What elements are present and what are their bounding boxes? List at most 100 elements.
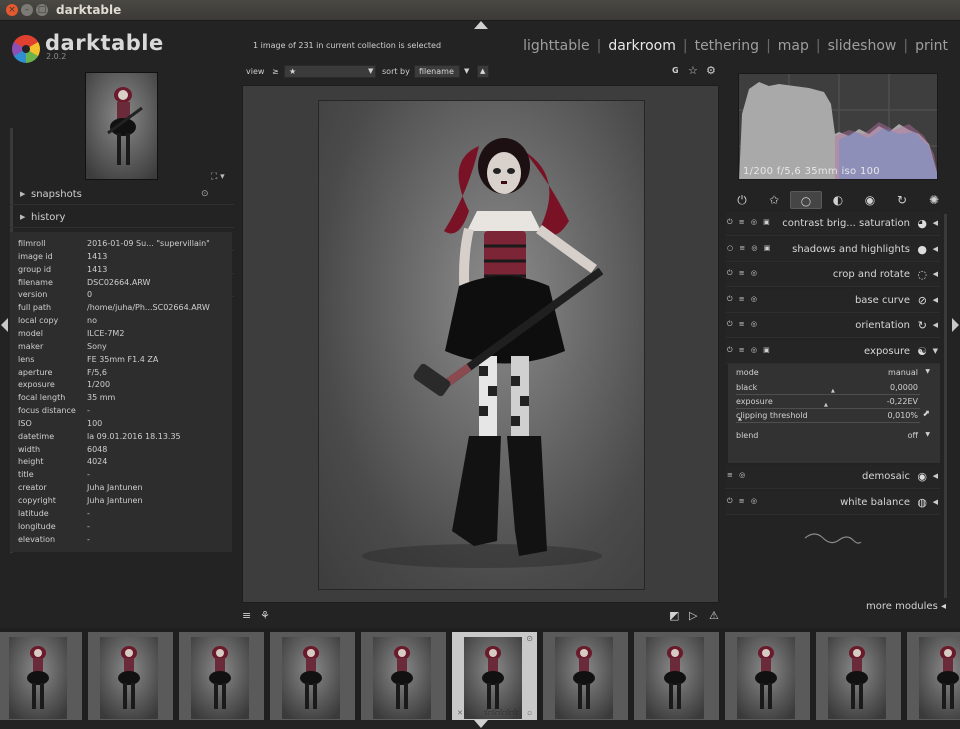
module-white-balance[interactable]: ⏻ ≡ ◎ white balance ◍ ◀ bbox=[726, 491, 940, 515]
info-value: 1413 bbox=[87, 264, 108, 274]
module-crop-and-rotate[interactable]: ⏻ ≡ ◎ crop and rotate ◌ ◀ bbox=[726, 263, 940, 288]
main-image[interactable] bbox=[318, 100, 645, 590]
info-key: aperture bbox=[18, 367, 53, 377]
collapsed-arrow-icon[interactable]: ◀ bbox=[933, 296, 938, 304]
module-controls-icon[interactable]: ⏻ ≡ ◎ ▣ bbox=[727, 218, 772, 227]
reject-icon[interactable]: ✕ bbox=[457, 709, 463, 717]
collapsed-arrow-icon[interactable]: ◀ bbox=[933, 270, 938, 278]
center-toolbar: view ≥ ★ ▼ sort by filename ▼ ▲ G ☆ ⚙ bbox=[246, 64, 718, 80]
section-snapshots[interactable]: ▶ snapshots ⊙ bbox=[10, 185, 234, 205]
right-panel-scrollbar[interactable] bbox=[944, 214, 947, 598]
collapse-left-panel-arrow-icon[interactable] bbox=[1, 318, 8, 332]
overlays-star-icon[interactable]: ☆ bbox=[688, 64, 698, 77]
rating-comparator[interactable]: ≥ bbox=[272, 67, 279, 76]
collapsed-arrow-icon[interactable]: ◀ bbox=[933, 472, 938, 480]
collapse-right-panel-arrow-icon[interactable] bbox=[952, 318, 959, 332]
module-controls-icon[interactable]: ⏻ ≡ ◎ bbox=[727, 320, 759, 329]
grouping-button[interactable]: G bbox=[672, 66, 679, 75]
module-exposure[interactable]: ⏻ ≡ ◎ ▣ exposure ☯ ▼ bbox=[726, 340, 940, 364]
circle-icon[interactable]: ○ bbox=[790, 191, 822, 209]
collapse-top-panel-arrow-icon[interactable] bbox=[474, 21, 488, 29]
filmstrip-thumbnail[interactable] bbox=[543, 632, 628, 720]
exposure-slider[interactable]: exposure -0,22EV ▲ bbox=[736, 396, 932, 409]
center-view[interactable] bbox=[242, 85, 719, 603]
sort-dropdown-arrow-icon[interactable]: ▼ bbox=[464, 67, 469, 75]
info-key: creator bbox=[18, 483, 47, 493]
module-controls-icon[interactable]: ⏻ ≡ ◎ bbox=[727, 269, 759, 278]
module-contrast-brig-saturation[interactable]: ⏻ ≡ ◎ ▣ contrast brig... saturation ◕ ◀ bbox=[726, 212, 940, 236]
module-base-curve[interactable]: ⏻ ≡ ◎ base curve ⊘ ◀ bbox=[726, 288, 940, 313]
module-orientation[interactable]: ⏻ ≡ ◎ orientation ↻ ◀ bbox=[726, 314, 940, 339]
zoom-fit-icon[interactable]: ⛶ ▾ bbox=[211, 172, 225, 182]
sort-label: sort by bbox=[382, 67, 410, 76]
filmstrip-thumbnail[interactable] bbox=[725, 632, 810, 720]
histogram[interactable]: 1/200 f/5,6 35mm iso 100 bbox=[738, 73, 938, 180]
collapsed-arrow-icon[interactable]: ◀ bbox=[933, 321, 938, 329]
exposure-label: exposure bbox=[736, 397, 773, 406]
info-value: 2016-01-09 Su... "supervillain" bbox=[87, 239, 210, 248]
view-print[interactable]: print bbox=[915, 38, 948, 54]
view-map[interactable]: map bbox=[778, 38, 809, 54]
filmstrip-thumbnail[interactable] bbox=[816, 632, 901, 720]
module-controls-icon[interactable]: ○ ≡ ◎ ▣ bbox=[727, 244, 772, 252]
presets-icon[interactable]: ⊙ bbox=[201, 189, 209, 199]
color-icon[interactable]: ◉ bbox=[854, 191, 886, 209]
module-controls-icon[interactable]: ⏻ ≡ ◎ ▣ bbox=[727, 346, 772, 355]
tone-icon[interactable]: ◐ bbox=[822, 191, 854, 209]
color-picker-icon[interactable]: ⬈ bbox=[922, 409, 930, 419]
blend-select[interactable]: blend off ▼ bbox=[736, 430, 932, 443]
more-modules-button[interactable]: more modules ◂ bbox=[866, 601, 946, 612]
module-controls-icon[interactable]: ≡ ◎ bbox=[727, 471, 747, 479]
module-shadows-and-highlights[interactable]: ○ ≡ ◎ ▣ shadows and highlights ● ◀ bbox=[726, 237, 940, 262]
view-slideshow[interactable]: slideshow bbox=[828, 38, 897, 54]
preferences-gear-icon[interactable]: ⚙ bbox=[706, 64, 716, 77]
filmstrip-thumbnail[interactable] bbox=[361, 632, 446, 720]
filmstrip-thumbnail[interactable] bbox=[179, 632, 264, 720]
menu-icon[interactable]: ≡ bbox=[242, 609, 251, 622]
filmstrip-thumbnail[interactable] bbox=[88, 632, 173, 720]
module-demosaic[interactable]: ≡ ◎ demosaic ◉ ◀ bbox=[726, 465, 940, 489]
star-icon[interactable]: ✩ bbox=[758, 191, 790, 209]
sort-order-button[interactable]: ▲ bbox=[477, 65, 489, 78]
filmstrip-thumbnail[interactable] bbox=[0, 632, 82, 720]
info-value: DSC02664.ARW bbox=[87, 277, 151, 287]
exposure-module-body: mode manual ▼ black 0,0000 ▲ exposure -0… bbox=[728, 364, 940, 463]
collapse-bottom-panel-arrow-icon[interactable] bbox=[474, 720, 488, 728]
navigation-thumbnail[interactable] bbox=[85, 72, 158, 180]
softproof-icon[interactable]: ▷ bbox=[689, 609, 697, 622]
module-controls-icon[interactable]: ⏻ ≡ ◎ bbox=[727, 497, 759, 506]
rating-filter-select[interactable]: ★ bbox=[284, 65, 376, 78]
view-tethering[interactable]: tethering bbox=[695, 38, 759, 54]
info-value: Juha Jantunen bbox=[87, 496, 143, 505]
window-minimize-button[interactable]: – bbox=[21, 4, 33, 16]
gamut-check-icon[interactable]: ⚠ bbox=[709, 609, 719, 622]
filmstrip-thumbnail[interactable]: ☆☆☆☆☆ ✕ ⊙ ▫ bbox=[452, 632, 537, 720]
collapsed-arrow-icon[interactable]: ◀ bbox=[933, 245, 938, 253]
window-maximize-button[interactable]: □ bbox=[36, 4, 48, 16]
collapsed-arrow-icon[interactable]: ◀ bbox=[933, 219, 938, 227]
effect-icon[interactable]: ✺ bbox=[918, 191, 950, 209]
collapsed-arrow-icon[interactable]: ◀ bbox=[933, 498, 938, 506]
star-rating[interactable]: ☆☆☆☆☆ bbox=[483, 708, 519, 718]
color-label-icon[interactable]: ▫ bbox=[527, 709, 532, 717]
filmstrip-thumbnail[interactable] bbox=[634, 632, 719, 720]
module-controls-icon[interactable]: ⏻ ≡ ◎ bbox=[727, 295, 759, 304]
sort-by-select[interactable]: filename bbox=[414, 65, 460, 78]
section-history[interactable]: ▶ history bbox=[10, 208, 234, 228]
exposure-mode-select[interactable]: mode manual ▼ bbox=[736, 367, 932, 380]
filmstrip-thumbnail[interactable] bbox=[907, 632, 960, 720]
view-darkroom[interactable]: darkroom bbox=[608, 38, 676, 54]
window-close-button[interactable]: × bbox=[6, 4, 18, 16]
black-slider[interactable]: black 0,0000 ▲ bbox=[736, 382, 932, 395]
filmstrip-thumbnail[interactable] bbox=[270, 632, 355, 720]
expanded-arrow-icon[interactable]: ▼ bbox=[933, 347, 938, 355]
rating-dropdown-arrow-icon[interactable]: ▼ bbox=[368, 67, 373, 75]
view-lighttable[interactable]: lighttable bbox=[523, 38, 590, 54]
styles-icon[interactable]: ⚘ bbox=[260, 609, 270, 622]
group-icon[interactable]: ⊙ bbox=[526, 634, 533, 643]
power-icon[interactable]: ⏻ bbox=[726, 191, 758, 209]
clipping-threshold-slider[interactable]: clipping threshold 0,010% ⬈ ▲ bbox=[736, 409, 932, 423]
overexposed-icon[interactable]: ◩ bbox=[669, 609, 679, 622]
correct-icon[interactable]: ↻ bbox=[886, 191, 918, 209]
info-key: ISO bbox=[18, 418, 32, 428]
